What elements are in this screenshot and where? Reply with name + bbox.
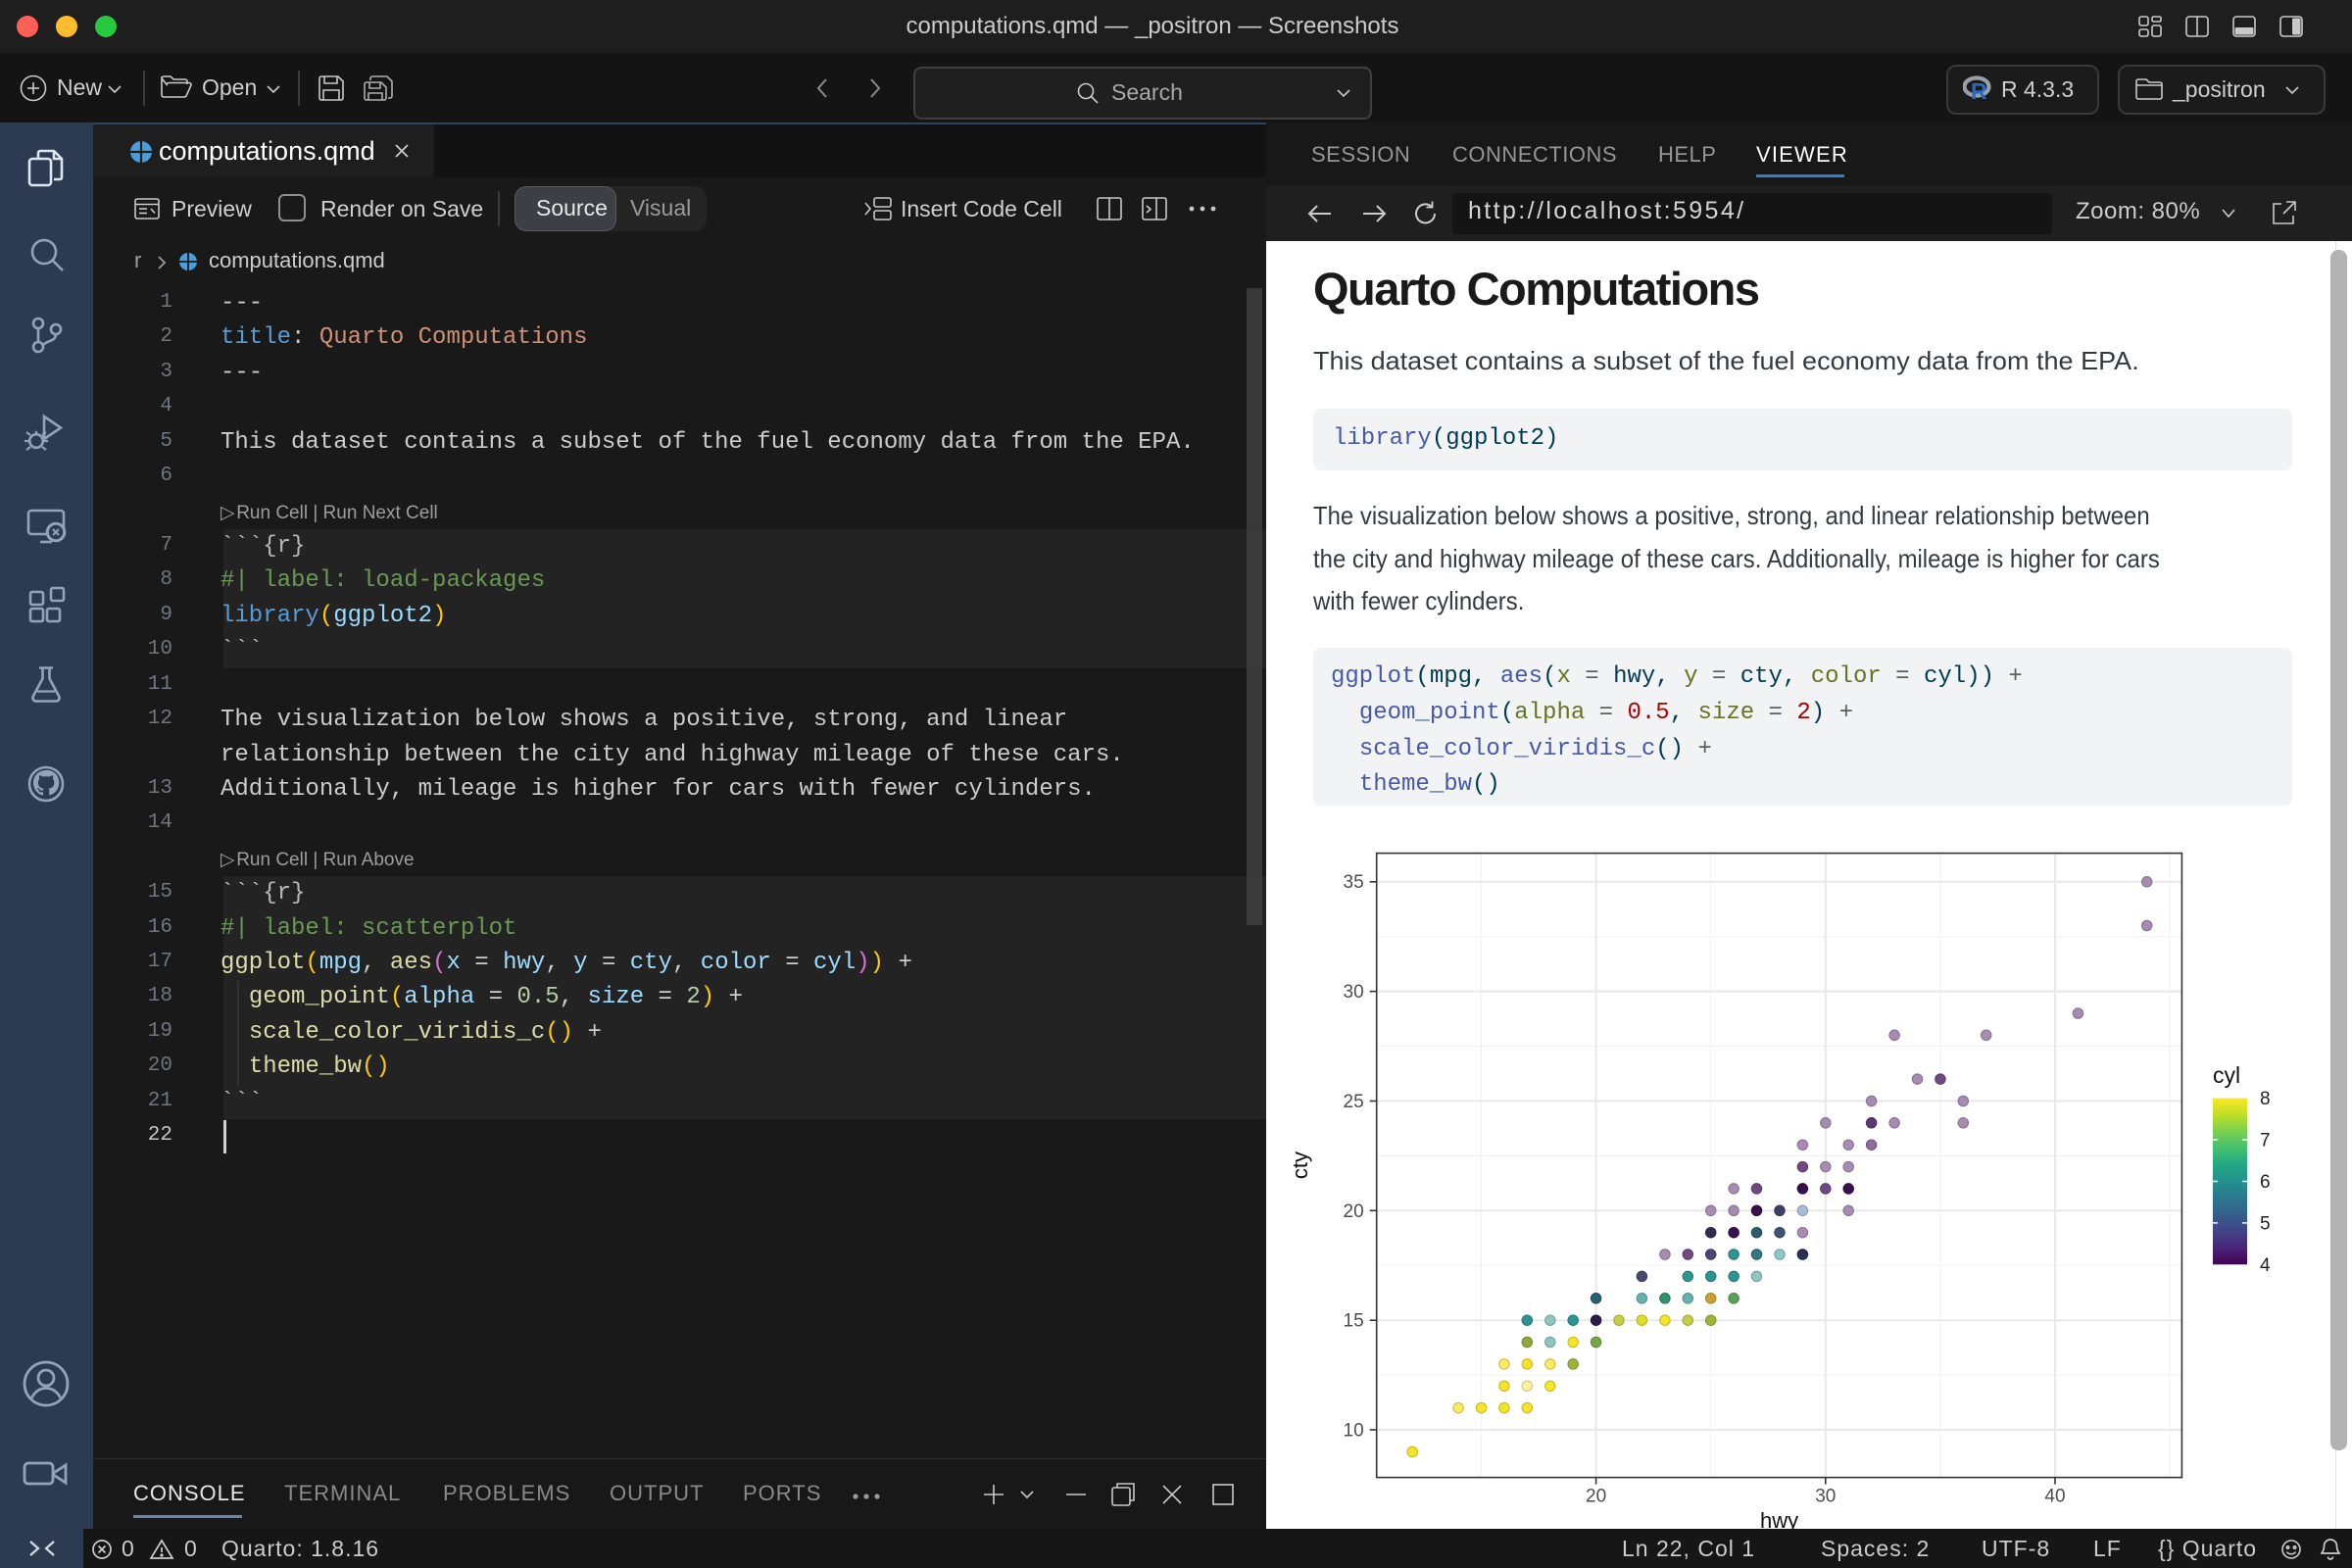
svg-text:hwy: hwy [1760, 1508, 1798, 1529]
svg-text:15: 15 [1344, 1311, 1364, 1332]
svg-text:7: 7 [2260, 1131, 2271, 1152]
svg-text:cyl: cyl [2213, 1062, 2240, 1088]
svg-text:5: 5 [2260, 1213, 2271, 1234]
svg-text:4: 4 [2260, 1255, 2271, 1276]
svg-text:30: 30 [1815, 1487, 1836, 1507]
svg-text:10: 10 [1344, 1421, 1364, 1442]
svg-text:40: 40 [2044, 1487, 2065, 1507]
svg-text:30: 30 [1344, 982, 1364, 1003]
svg-text:cty: cty [1294, 1152, 1312, 1179]
svg-text:R: R [1971, 78, 1987, 101]
svg-text:6: 6 [2260, 1172, 2271, 1193]
svg-text:35: 35 [1344, 872, 1364, 893]
svg-text:8: 8 [2260, 1089, 2271, 1109]
svg-text:20: 20 [1586, 1487, 1606, 1507]
svg-text:20: 20 [1344, 1201, 1364, 1222]
svg-text:25: 25 [1344, 1092, 1364, 1112]
